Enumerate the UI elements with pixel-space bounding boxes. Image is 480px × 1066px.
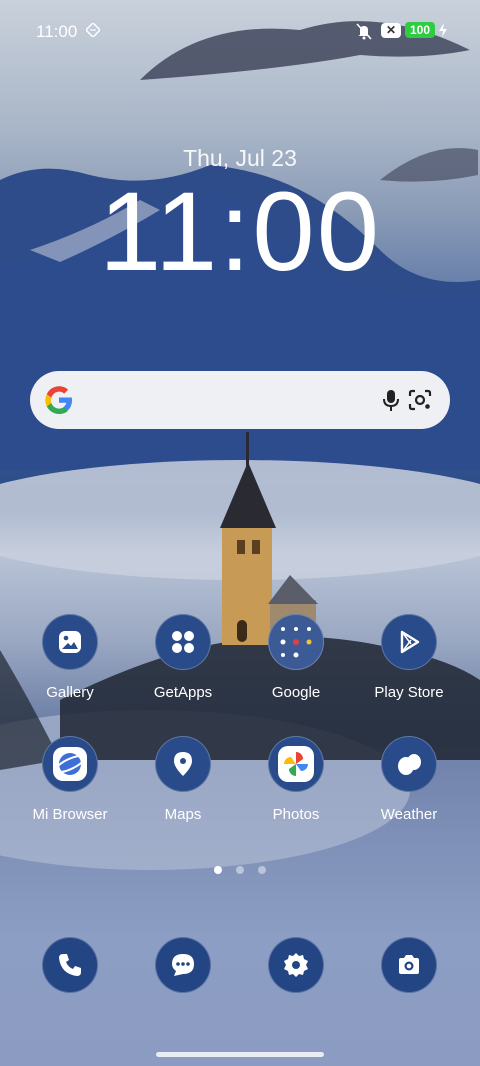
phone-icon bbox=[59, 954, 81, 976]
app-mi-browser[interactable]: Mi Browser bbox=[15, 736, 125, 823]
app-label: GetApps bbox=[153, 684, 213, 701]
app-folder-google[interactable]: Google bbox=[241, 614, 351, 701]
photos-icon bbox=[268, 736, 324, 792]
page-dot-active bbox=[214, 866, 222, 874]
voice-search-icon[interactable] bbox=[378, 387, 404, 413]
messages-icon bbox=[172, 954, 194, 976]
home-screen: 11:00 ✕ 100 Thu, Jul 23 11:00 Gallery Ge… bbox=[0, 0, 480, 1066]
app-play-store[interactable]: Play Store bbox=[354, 614, 464, 701]
app-getapps[interactable]: GetApps bbox=[128, 614, 238, 701]
charging-icon bbox=[439, 23, 447, 37]
mi-browser-icon bbox=[42, 736, 98, 792]
dock-messages-button[interactable] bbox=[155, 937, 211, 993]
status-time: 11:00 bbox=[36, 22, 78, 41]
no-sim-icon: ✕ bbox=[381, 23, 401, 38]
google-search-bar[interactable] bbox=[30, 371, 450, 429]
maps-icon bbox=[155, 736, 211, 792]
google-lens-icon[interactable] bbox=[406, 386, 434, 414]
nfc-icon bbox=[86, 23, 100, 37]
play-store-icon bbox=[381, 614, 437, 670]
lock-date: Thu, Jul 23 bbox=[183, 145, 297, 171]
folder-google-icon bbox=[268, 614, 324, 670]
app-label: Gallery bbox=[46, 684, 94, 701]
dock-camera-button[interactable] bbox=[381, 937, 437, 993]
app-label: Maps bbox=[164, 806, 202, 823]
silent-mode-icon bbox=[356, 23, 372, 40]
app-label: Weather bbox=[380, 806, 438, 823]
settings-icon bbox=[284, 953, 308, 977]
app-label: Mi Browser bbox=[32, 806, 108, 823]
app-label: Play Store bbox=[374, 684, 444, 701]
app-label: Photos bbox=[272, 806, 320, 823]
dock-settings-button[interactable] bbox=[268, 937, 324, 993]
camera-icon bbox=[399, 955, 419, 974]
page-dot bbox=[258, 866, 266, 874]
weather-icon bbox=[381, 736, 437, 792]
app-weather[interactable]: Weather bbox=[354, 736, 464, 823]
app-label: Google bbox=[271, 684, 321, 701]
google-logo-icon bbox=[45, 386, 72, 414]
app-gallery[interactable]: Gallery bbox=[15, 614, 125, 701]
page-dot bbox=[236, 866, 244, 874]
battery-indicator: 100 bbox=[405, 22, 435, 38]
page-indicator bbox=[214, 866, 266, 874]
gesture-navigation-bar[interactable] bbox=[156, 1052, 324, 1057]
gallery-icon bbox=[42, 614, 98, 670]
status-bar: 11:00 ✕ 100 bbox=[0, 0, 480, 62]
app-photos[interactable]: Photos bbox=[241, 736, 351, 823]
app-maps[interactable]: Maps bbox=[128, 736, 238, 823]
lock-clock[interactable]: 11:00 bbox=[0, 172, 480, 292]
getapps-icon bbox=[155, 614, 211, 670]
dock-phone-button[interactable] bbox=[42, 937, 98, 993]
